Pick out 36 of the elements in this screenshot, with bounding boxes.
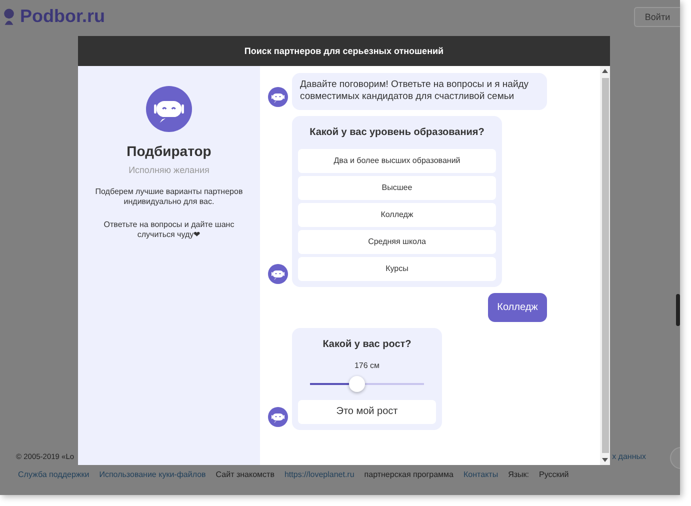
site-logo[interactable]: Podbor.ru [2, 6, 105, 26]
footer-text: Русский [539, 470, 569, 478]
intro-text: Ответьте на вопросы и дайте шанс случиться чуду❤ [102, 220, 236, 241]
dialog-title: Поиск партнеров для серьезных отношений [78, 36, 610, 66]
footer-link[interactable]: https://loveplanet.ru [284, 470, 354, 478]
robot-avatar-icon [146, 86, 192, 132]
footer-text: Сайт знакомств [216, 470, 274, 478]
scrollbar-thumb[interactable] [602, 78, 608, 453]
confirm-button[interactable]: Это мой рост [298, 400, 436, 424]
bot-avatar-icon [268, 406, 288, 427]
slider-reading: 176 см [353, 360, 381, 370]
footer-link[interactable]: Служба поддержки [18, 470, 90, 478]
answer-bubble[interactable]: Колледж [488, 292, 547, 322]
option-button[interactable]: Два и более высших образований [298, 148, 496, 173]
bot-status: Исполняю желания [128, 165, 210, 175]
bot-name: Подбиратор [126, 143, 212, 159]
bot-avatar-icon [268, 264, 288, 284]
footer-text: Язык: [508, 470, 529, 478]
bot-avatar-icon [268, 86, 288, 107]
scroll-down-icon[interactable] [602, 458, 608, 462]
intro-text: Подберем лучшие варианты партнеров индивидуально для вас. [94, 187, 244, 208]
option-button[interactable]: Высшее [298, 176, 496, 200]
question-text: Какой у вас рост? [322, 338, 412, 350]
option-button[interactable]: Курсы [298, 256, 496, 281]
question-text: Какой у вас уровень образования? [308, 126, 486, 138]
footer-link[interactable]: Использование куки-файлов [99, 470, 206, 478]
footer-link[interactable]: х данных [612, 452, 646, 460]
slider-thumb[interactable] [348, 376, 365, 392]
logo-icon [2, 8, 16, 24]
footer-text: партнерская программа [364, 470, 454, 478]
option-button[interactable]: Средняя школа [298, 230, 496, 254]
scroll-up-icon[interactable] [602, 69, 608, 73]
footer-link[interactable]: Контакты [464, 470, 498, 478]
login-button[interactable]: Войти [634, 7, 680, 27]
message-bubble: Давайте поговорим! Ответьте на вопросы и я найду совместимых кандидатов для счастливой семьи [292, 73, 547, 110]
option-button[interactable]: Колледж [298, 202, 496, 227]
